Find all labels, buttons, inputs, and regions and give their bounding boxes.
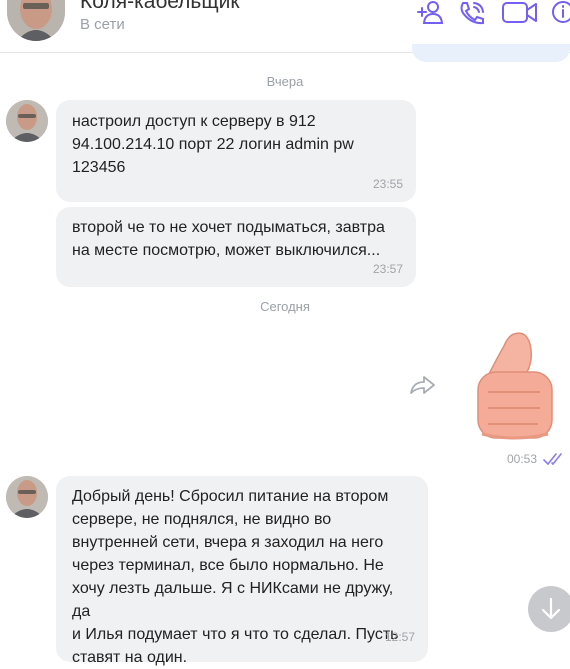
- add-user-icon[interactable]: [416, 0, 446, 26]
- message-text: настроил доступ к серверу в 912 94.100.2…: [72, 113, 354, 176]
- outgoing-time: 00:53: [507, 452, 538, 466]
- info-icon[interactable]: [550, 0, 570, 26]
- message-bubble[interactable]: Добрый день! Сбросил питание на втором с…: [56, 476, 428, 666]
- read-checkmarks-icon: [543, 452, 567, 466]
- sender-avatar[interactable]: [6, 476, 48, 518]
- sender-avatar[interactable]: [6, 100, 48, 142]
- chat-header: Коля-кабельщик В сети: [0, 0, 570, 62]
- message-bubble[interactable]: второй че то не хочет подыматься, завтра…: [56, 207, 416, 287]
- previous-outgoing-bubble: [412, 44, 570, 62]
- date-separator-yesterday: Вчера: [266, 74, 304, 89]
- thumbs-up-sticker[interactable]: [474, 330, 556, 442]
- date-separator-today: Сегодня: [260, 299, 310, 314]
- arrow-down-icon: [541, 597, 561, 620]
- phone-icon[interactable]: [457, 0, 487, 26]
- forward-icon[interactable]: [408, 374, 436, 396]
- scroll-to-bottom-button[interactable]: [528, 586, 570, 632]
- contact-name[interactable]: Коля-кабельщик: [80, 0, 240, 14]
- message-time: 23:55: [372, 177, 403, 191]
- message-bubble[interactable]: настроил доступ к серверу в 912 94.100.2…: [56, 100, 416, 202]
- video-icon[interactable]: [501, 0, 539, 26]
- contact-avatar[interactable]: [7, 0, 65, 41]
- message-text: Добрый день! Сбросил питание на втором с…: [72, 488, 399, 666]
- message-time: 12:57: [384, 630, 415, 644]
- message-text: второй че то не хочет подыматься, завтра…: [72, 219, 385, 259]
- online-status: В сети: [80, 16, 125, 33]
- message-time: 23:57: [372, 262, 403, 276]
